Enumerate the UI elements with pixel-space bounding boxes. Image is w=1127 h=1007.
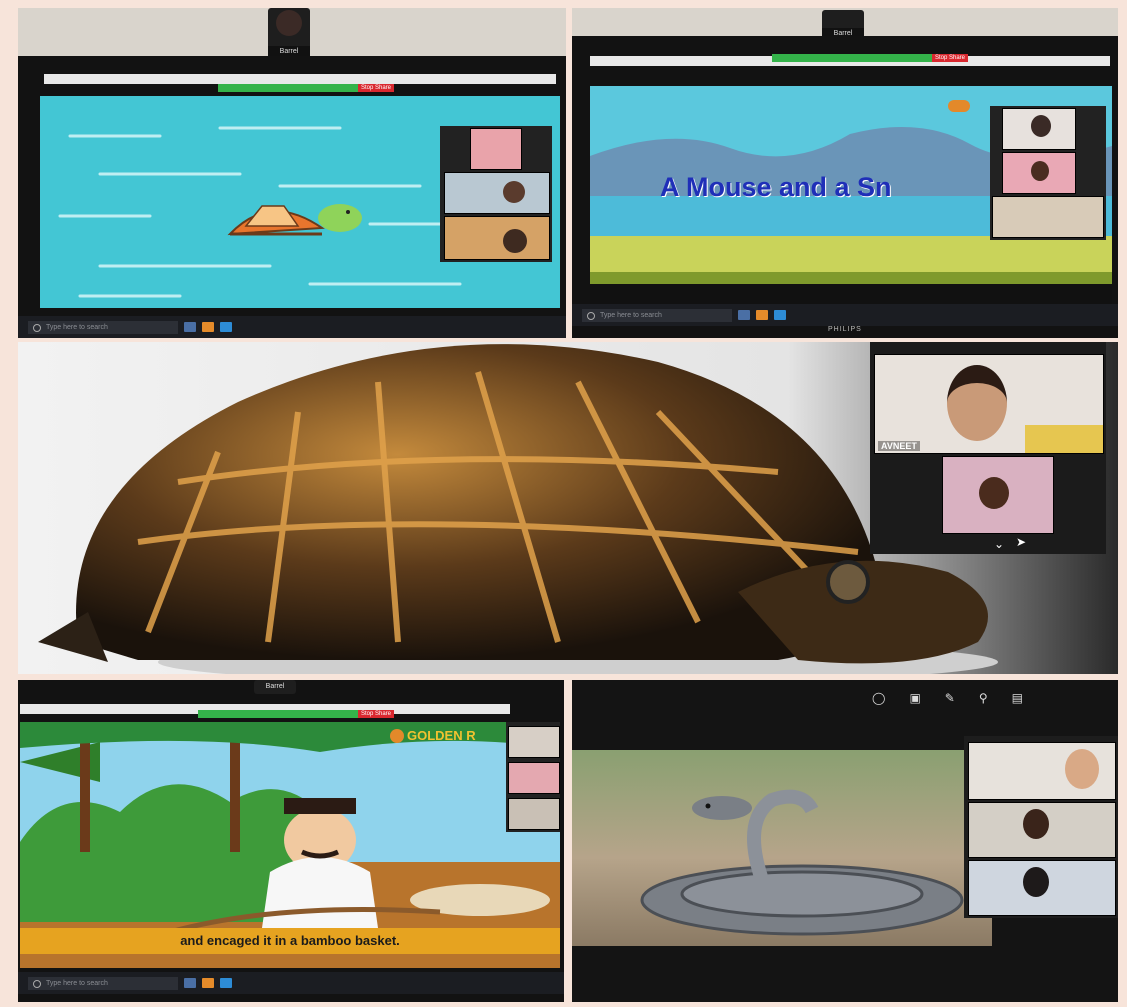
clipboard-icon[interactable]: ▤ — [1012, 691, 1023, 705]
taskbar-app-icon[interactable] — [202, 322, 214, 332]
participant-tile-avneet: AVNEET — [874, 354, 1104, 454]
participant-tile-1 — [1002, 108, 1076, 150]
participant-panel: AVNEET ⌄ ➤ — [870, 342, 1106, 554]
taskbar-app-icon[interactable] — [774, 310, 786, 320]
taskbar-app-icon[interactable] — [184, 978, 196, 988]
media-controls — [590, 284, 1112, 306]
subtitle-bar: and encaged it in a bamboo basket. — [20, 928, 560, 954]
windows-taskbar: Type here to search — [18, 972, 564, 994]
participant-tile-3 — [508, 798, 560, 830]
participant-panel — [990, 106, 1106, 240]
participant-tile-2 — [1002, 152, 1076, 194]
photo-box-turtle: AVNEET ⌄ ➤ — [18, 342, 1118, 674]
taskbar-app-icon[interactable] — [738, 310, 750, 320]
taskbar-search-input[interactable]: Type here to search — [582, 308, 732, 322]
subtitle-text: and encaged it in a bamboo basket. — [180, 933, 400, 948]
taskbar-app-icon[interactable] — [202, 978, 214, 988]
cartoon-turtle — [227, 204, 362, 236]
participant-tile-2 — [508, 762, 560, 794]
webcam: Barrel — [254, 680, 296, 694]
photo-turtle-cartoon: Barrel Stop Share Type here to search — [18, 8, 566, 338]
stop-share-button[interactable]: Stop Share — [932, 54, 969, 62]
photo-cartoon-villager: Barrel Stop Share GOLDEN R and encaged i… — [18, 680, 564, 1002]
participant-panel — [964, 736, 1118, 918]
participant-tile-1 — [470, 128, 522, 170]
stop-share-button[interactable]: Stop Share — [358, 710, 395, 718]
shared-screen-sea — [40, 96, 560, 308]
pen-icon[interactable]: ✎ — [945, 691, 955, 705]
stop-share-button[interactable]: Stop Share — [358, 84, 395, 92]
participant-panel — [506, 722, 560, 832]
participant-tile-3 — [992, 196, 1104, 238]
headphones-icon[interactable]: ◯ — [872, 691, 885, 705]
participant-name-label: AVNEET — [878, 441, 920, 451]
participant-tile-2 — [968, 802, 1116, 858]
taskbar-app-icon[interactable] — [220, 322, 232, 332]
webcam-label: Barrel — [265, 683, 285, 690]
participant-panel — [440, 126, 552, 262]
mouse-pointer-icon: ➤ — [1016, 535, 1027, 549]
taskbar-app-icon[interactable] — [756, 310, 768, 320]
taskbar-app-icon[interactable] — [184, 322, 196, 332]
participant-tile-3 — [968, 860, 1116, 916]
taskbar-search-input[interactable]: Type here to search — [28, 976, 178, 990]
screen-share-bar — [198, 710, 358, 718]
channel-logo — [948, 100, 970, 112]
screen-icon[interactable]: ▣ — [909, 691, 920, 705]
participant-tile-2 — [444, 172, 550, 214]
participant-tile-3 — [444, 216, 550, 260]
snake-image — [640, 789, 964, 936]
participant-tile-1 — [968, 742, 1116, 800]
meeting-toolbar: ◯ ▣ ✎ ⚲ ▤ — [872, 688, 1112, 708]
screen-share-bar — [772, 54, 932, 62]
windows-taskbar: Type here to search — [18, 316, 566, 338]
shared-screen-snake — [572, 750, 992, 946]
search-icon[interactable]: ⚲ — [979, 691, 988, 705]
taskbar-search-input[interactable]: Type here to search — [28, 320, 178, 334]
taskbar-app-icon[interactable] — [220, 978, 232, 988]
channel-logo: GOLDEN R — [390, 728, 476, 743]
participant-face — [947, 365, 1007, 441]
windows-taskbar: Type here to search — [572, 304, 1118, 326]
shared-screen-slide: A Mouse and a Sn — [590, 86, 1112, 284]
chevron-down-icon[interactable]: ⌄ — [994, 538, 1004, 550]
monitor-brand: PHILIPS — [828, 326, 862, 333]
window-titlebar — [44, 74, 556, 84]
photo-snake: ◯ ▣ ✎ ⚲ ▤ — [572, 680, 1118, 1002]
screen-share-bar — [218, 84, 358, 92]
participant-tile-1 — [508, 726, 560, 758]
shared-screen-story: GOLDEN R and encaged it in a bamboo bask… — [20, 722, 560, 968]
channel-logo-text: GOLDEN R — [407, 728, 476, 743]
participant-tile-2 — [942, 456, 1054, 534]
slide-title: A Mouse and a Sn — [660, 172, 892, 202]
photo-mouse-snake-slide: Barrel Stop Share A Mouse and a Sn Type … — [572, 8, 1118, 338]
